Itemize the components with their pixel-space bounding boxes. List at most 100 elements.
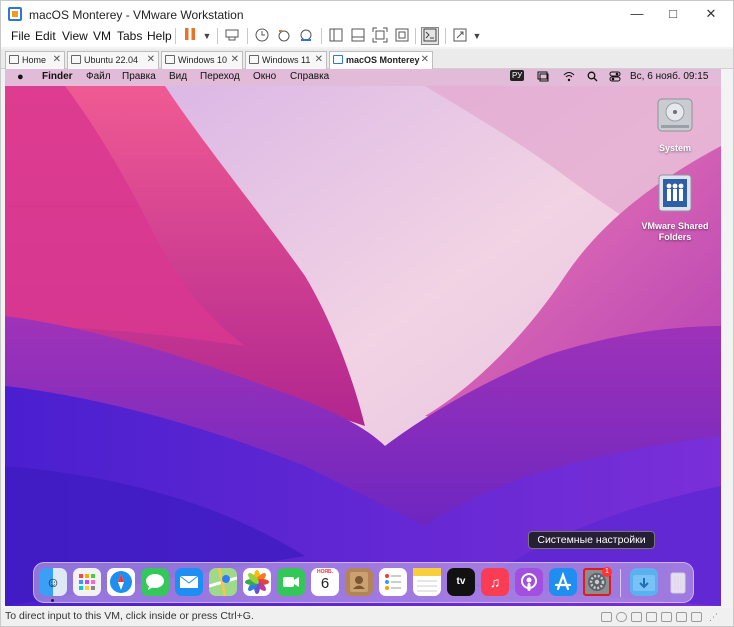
- sound-status-icon[interactable]: [661, 612, 672, 622]
- send-ctrl-alt-del-icon[interactable]: [223, 27, 241, 45]
- toolbar-separator: [445, 28, 446, 44]
- status-bar: To direct input to this VM, click inside…: [1, 608, 733, 626]
- tab-ubuntu[interactable]: Ubuntu 22.04 ✕: [67, 51, 159, 69]
- trash-icon[interactable]: [664, 568, 692, 596]
- close-tab-icon[interactable]: ✕: [53, 52, 61, 68]
- contacts-icon[interactable]: [345, 568, 373, 596]
- spotlight-icon[interactable]: [587, 71, 598, 85]
- vm-screen[interactable]: ● Finder Файл Правка Вид Переход Окно Сп…: [5, 69, 721, 606]
- printer-status-icon[interactable]: [676, 612, 687, 622]
- menu-view-ru[interactable]: Вид: [169, 71, 187, 82]
- maps-icon[interactable]: [208, 567, 238, 597]
- dock-tooltip: Системные настройки: [528, 531, 655, 549]
- monterey-wallpaper: [5, 86, 721, 606]
- tab-macos-monterey[interactable]: macOS Monterey ✕: [329, 51, 433, 70]
- tab-label: Ubuntu 22.04: [84, 55, 139, 65]
- snapshot-icon[interactable]: [253, 27, 271, 45]
- system-preferences-icon[interactable]: 1: [583, 567, 612, 596]
- close-button[interactable]: ✕: [693, 4, 729, 24]
- wifi-icon[interactable]: [563, 71, 575, 85]
- dock-divider: [620, 569, 621, 597]
- shared-folders-label: VMware Shared Folders: [641, 221, 709, 242]
- input-source-badge[interactable]: РУ: [510, 70, 525, 81]
- close-tab-icon[interactable]: ✕: [421, 52, 429, 68]
- app-store-icon[interactable]: [549, 568, 577, 596]
- vmware-app-icon: [8, 7, 22, 21]
- mail-icon[interactable]: [175, 568, 203, 596]
- tab-label: Home: [22, 55, 47, 65]
- reminders-icon[interactable]: [379, 568, 407, 596]
- menu-finder[interactable]: Finder: [42, 71, 73, 82]
- screen-mirroring-icon[interactable]: [537, 71, 549, 85]
- messages-icon[interactable]: [141, 568, 169, 596]
- hard-disk-status-icon[interactable]: [601, 612, 612, 622]
- stretch-guest-icon[interactable]: [451, 27, 469, 45]
- tab-windows-10[interactable]: Windows 10 ✕: [161, 51, 243, 69]
- finder-icon[interactable]: ☺: [39, 568, 67, 596]
- unity-view-icon[interactable]: [393, 27, 411, 45]
- notes-icon[interactable]: [413, 568, 441, 596]
- system-disk-label: System: [658, 143, 692, 153]
- menu-toolbar: File Edit View VM Tabs Help ▼ ▼: [1, 25, 733, 47]
- facetime-icon[interactable]: [277, 568, 305, 596]
- menu-tabs[interactable]: Tabs: [117, 29, 142, 43]
- control-center-icon[interactable]: [609, 71, 621, 85]
- usb-status-icon[interactable]: [646, 612, 657, 622]
- stretch-dropdown-icon[interactable]: ▼: [468, 27, 486, 45]
- status-text: To direct input to this VM, click inside…: [5, 610, 254, 622]
- close-tab-icon[interactable]: ✕: [231, 52, 239, 68]
- close-tab-icon[interactable]: ✕: [147, 52, 155, 68]
- console-view-icon[interactable]: [421, 27, 439, 45]
- menu-vm[interactable]: VM: [93, 29, 111, 43]
- display-status-icon[interactable]: [691, 612, 702, 622]
- maximize-button[interactable]: □: [655, 4, 691, 24]
- podcasts-icon[interactable]: [515, 568, 543, 596]
- network-status-icon[interactable]: [631, 612, 642, 622]
- clock[interactable]: Вс, 6 нояб. 09:15: [630, 71, 708, 82]
- notification-badge: 1: [602, 567, 612, 577]
- resize-grip-icon[interactable]: ⋰: [709, 612, 720, 622]
- revert-snapshot-icon[interactable]: [275, 27, 293, 45]
- menu-edit[interactable]: Edit: [35, 29, 56, 43]
- launchpad-icon[interactable]: [73, 568, 101, 596]
- apple-tv-icon[interactable]: tv: [447, 568, 475, 596]
- full-screen-icon[interactable]: [371, 27, 389, 45]
- thumbnail-view-icon[interactable]: [349, 27, 367, 45]
- vm-icon: [333, 55, 343, 64]
- toolbar-separator: [247, 28, 248, 44]
- snapshot-manager-icon[interactable]: [297, 27, 315, 45]
- tab-label: macOS Monterey: [346, 55, 420, 65]
- apple-menu-icon[interactable]: ●: [17, 71, 24, 83]
- menu-view[interactable]: View: [62, 29, 88, 43]
- close-tab-icon[interactable]: ✕: [315, 52, 323, 68]
- menu-file-ru[interactable]: Файл: [86, 71, 111, 82]
- vm-icon: [71, 55, 81, 64]
- menu-file[interactable]: File: [11, 29, 30, 43]
- tab-windows-11[interactable]: Windows 11 ✕: [245, 51, 327, 69]
- title-bar: macOS Monterey - VMware Workstation — □ …: [1, 1, 733, 27]
- menu-go-ru[interactable]: Переход: [200, 71, 240, 82]
- music-icon[interactable]: ♫: [481, 568, 509, 596]
- macos-menu-bar: ● Finder Файл Правка Вид Переход Окно Сп…: [5, 69, 721, 86]
- shared-folders-icon[interactable]: [655, 173, 695, 215]
- toolbar-separator: [415, 28, 416, 44]
- system-disk-icon[interactable]: [655, 95, 695, 135]
- vm-icon: [249, 55, 259, 64]
- downloads-folder-icon[interactable]: [630, 568, 658, 596]
- photos-icon[interactable]: [243, 568, 271, 596]
- cd-status-icon[interactable]: [616, 612, 627, 622]
- calendar-icon[interactable]: НОЯБ. 6: [311, 568, 339, 596]
- tab-home[interactable]: Home ✕: [5, 51, 65, 69]
- toolbar-separator: [175, 28, 176, 44]
- menu-help[interactable]: Help: [147, 29, 172, 43]
- home-icon: [9, 55, 19, 64]
- menu-window-ru[interactable]: Окно: [253, 71, 276, 82]
- menu-help-ru[interactable]: Справка: [290, 71, 329, 82]
- safari-icon[interactable]: [107, 568, 135, 596]
- pause-icon[interactable]: [181, 27, 199, 45]
- pause-dropdown-icon[interactable]: ▼: [198, 27, 216, 45]
- minimize-button[interactable]: —: [619, 4, 655, 24]
- toolbar-separator: [321, 28, 322, 44]
- library-view-icon[interactable]: [327, 27, 345, 45]
- menu-edit-ru[interactable]: Правка: [122, 71, 156, 82]
